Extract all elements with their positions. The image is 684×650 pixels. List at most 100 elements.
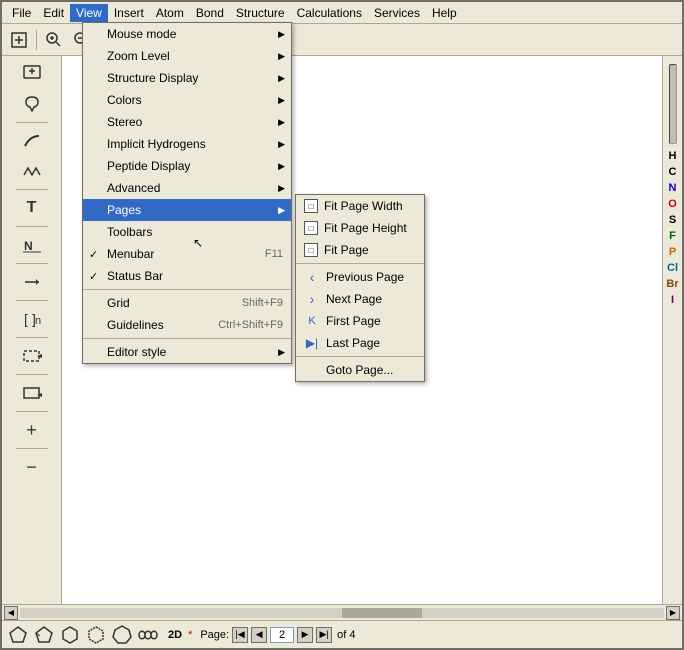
select-tool-btn[interactable] bbox=[6, 28, 32, 52]
text-tool[interactable]: T bbox=[15, 194, 49, 222]
cycloheptane-btn[interactable] bbox=[110, 623, 134, 647]
guidelines-shortcut: Ctrl+Shift+F9 bbox=[198, 319, 283, 331]
element-I[interactable]: I bbox=[663, 292, 682, 308]
menu-structure[interactable]: Structure bbox=[230, 4, 291, 22]
element-S[interactable]: S bbox=[663, 212, 682, 228]
prev-page-icon: ‹ bbox=[304, 269, 320, 285]
next-page-btn[interactable]: ▶ bbox=[297, 627, 313, 643]
lasso-tool[interactable] bbox=[15, 90, 49, 118]
mode-indicator: 2D bbox=[168, 629, 182, 641]
menu-guidelines[interactable]: Guidelines Ctrl+Shift+F9 bbox=[83, 314, 291, 336]
menu-zoom-level[interactable]: Zoom Level bbox=[83, 45, 291, 67]
goto-page[interactable]: Goto Page... bbox=[296, 359, 424, 381]
element-P[interactable]: P bbox=[663, 244, 682, 260]
right-panel: H C N O S F P Cl Br I bbox=[662, 56, 682, 604]
element-Cl[interactable]: Cl bbox=[663, 260, 682, 276]
view-menu-dropdown: Mouse mode Zoom Level Structure Display … bbox=[82, 22, 292, 364]
menu-implicit-hydrogens[interactable]: Implicit Hydrogens bbox=[83, 133, 291, 155]
select-tool[interactable] bbox=[15, 60, 49, 88]
chain-ring-btn[interactable] bbox=[136, 623, 160, 647]
next-page[interactable]: › Next Page bbox=[296, 288, 424, 310]
fit-page-width-icon: □ bbox=[304, 199, 318, 213]
menu-calculations[interactable]: Calculations bbox=[291, 4, 368, 22]
rect-select[interactable] bbox=[15, 342, 49, 370]
svg-text:]: ] bbox=[32, 311, 36, 327]
cyclopentene-btn[interactable] bbox=[32, 623, 56, 647]
fit-page[interactable]: □ Fit Page bbox=[296, 239, 424, 261]
benzene-btn[interactable] bbox=[58, 623, 82, 647]
menu-bond[interactable]: Bond bbox=[190, 4, 230, 22]
menubar-shortcut: F11 bbox=[245, 248, 283, 260]
menu-structure-display[interactable]: Structure Display bbox=[83, 67, 291, 89]
fit-page-height[interactable]: □ Fit Page Height bbox=[296, 217, 424, 239]
fit-page-height-icon: □ bbox=[304, 221, 318, 235]
shape-tool[interactable] bbox=[15, 379, 49, 407]
previous-page[interactable]: ‹ Previous Page bbox=[296, 266, 424, 288]
n-tool[interactable]: N bbox=[15, 231, 49, 259]
menu-services[interactable]: Services bbox=[368, 4, 426, 22]
left-tool-sep-1 bbox=[16, 122, 48, 123]
page-navigation: Page: |◀ ◀ ▶ ▶| of 4 bbox=[200, 627, 355, 643]
left-toolbar: T N [ n ] bbox=[2, 56, 62, 604]
menu-atom[interactable]: Atom bbox=[150, 4, 190, 22]
menu-view[interactable]: View bbox=[70, 4, 108, 22]
menu-help[interactable]: Help bbox=[426, 4, 463, 22]
fit-page-icon: □ bbox=[304, 243, 318, 257]
menu-menubar[interactable]: Menubar F11 bbox=[83, 243, 291, 265]
chain-tool[interactable] bbox=[15, 157, 49, 185]
fit-page-width[interactable]: □ Fit Page Width bbox=[296, 195, 424, 217]
first-page-btn[interactable]: |◀ bbox=[232, 627, 248, 643]
page-input[interactable] bbox=[270, 627, 294, 643]
modified-indicator: * bbox=[188, 629, 192, 641]
arrow-tool[interactable] bbox=[15, 268, 49, 296]
left-tool-sep-6 bbox=[16, 337, 48, 338]
element-H[interactable]: H bbox=[663, 148, 682, 164]
goto-page-icon bbox=[304, 362, 320, 378]
grid-shortcut: Shift+F9 bbox=[222, 297, 283, 309]
element-O[interactable]: O bbox=[663, 196, 682, 212]
toolbar-separator bbox=[36, 30, 37, 50]
menu-pages[interactable]: Pages ▶ bbox=[83, 199, 291, 221]
right-panel-slider[interactable] bbox=[669, 64, 677, 144]
menubar: File Edit View Insert Atom Bond Structur… bbox=[2, 2, 682, 24]
element-C[interactable]: C bbox=[663, 164, 682, 180]
menu-status-bar[interactable]: Status Bar bbox=[83, 265, 291, 287]
menu-stereo[interactable]: Stereo bbox=[83, 111, 291, 133]
menu-file[interactable]: File bbox=[6, 4, 37, 22]
svg-text:[: [ bbox=[24, 311, 28, 327]
submenu-sep-1 bbox=[296, 263, 424, 264]
zoom-in-btn[interactable] bbox=[41, 28, 67, 52]
menu-separator-2 bbox=[83, 338, 291, 339]
menu-toolbars[interactable]: Toolbars bbox=[83, 221, 291, 243]
element-N[interactable]: N bbox=[663, 180, 682, 196]
cyclopentane-btn[interactable] bbox=[6, 623, 30, 647]
element-Br[interactable]: Br bbox=[663, 276, 682, 292]
minus-btn[interactable]: − bbox=[15, 453, 49, 481]
last-page-menu[interactable]: ▶| Last Page bbox=[296, 332, 424, 354]
menu-insert[interactable]: Insert bbox=[108, 4, 150, 22]
left-tool-sep-9 bbox=[16, 448, 48, 449]
cyclohexane-btn[interactable] bbox=[84, 623, 108, 647]
menu-peptide-display[interactable]: Peptide Display bbox=[83, 155, 291, 177]
menu-grid[interactable]: Grid Shift+F9 bbox=[83, 292, 291, 314]
first-page-menu[interactable]: K First Page bbox=[296, 310, 424, 332]
scroll-track[interactable] bbox=[20, 608, 664, 618]
add-btn[interactable]: + bbox=[15, 416, 49, 444]
menu-mouse-mode[interactable]: Mouse mode bbox=[83, 23, 291, 45]
menu-colors[interactable]: Colors bbox=[83, 89, 291, 111]
menu-advanced[interactable]: Advanced bbox=[83, 177, 291, 199]
element-F[interactable]: F bbox=[663, 228, 682, 244]
bond-tool[interactable] bbox=[15, 127, 49, 155]
menu-editor-style[interactable]: Editor style bbox=[83, 341, 291, 363]
pages-arrow-icon: ▶ bbox=[278, 205, 285, 216]
svg-text:n: n bbox=[35, 315, 41, 327]
bottom-panel: 2D * Page: |◀ ◀ ▶ ▶| of 4 bbox=[2, 620, 682, 648]
scroll-right-btn[interactable]: ▶ bbox=[666, 606, 680, 620]
last-page-btn[interactable]: ▶| bbox=[316, 627, 332, 643]
scroll-thumb[interactable] bbox=[342, 608, 422, 618]
menu-edit[interactable]: Edit bbox=[37, 4, 70, 22]
scroll-left-btn[interactable]: ◀ bbox=[4, 606, 18, 620]
prev-page-btn[interactable]: ◀ bbox=[251, 627, 267, 643]
bracket-tool[interactable]: [ n ] bbox=[15, 305, 49, 333]
left-tool-sep-8 bbox=[16, 411, 48, 412]
